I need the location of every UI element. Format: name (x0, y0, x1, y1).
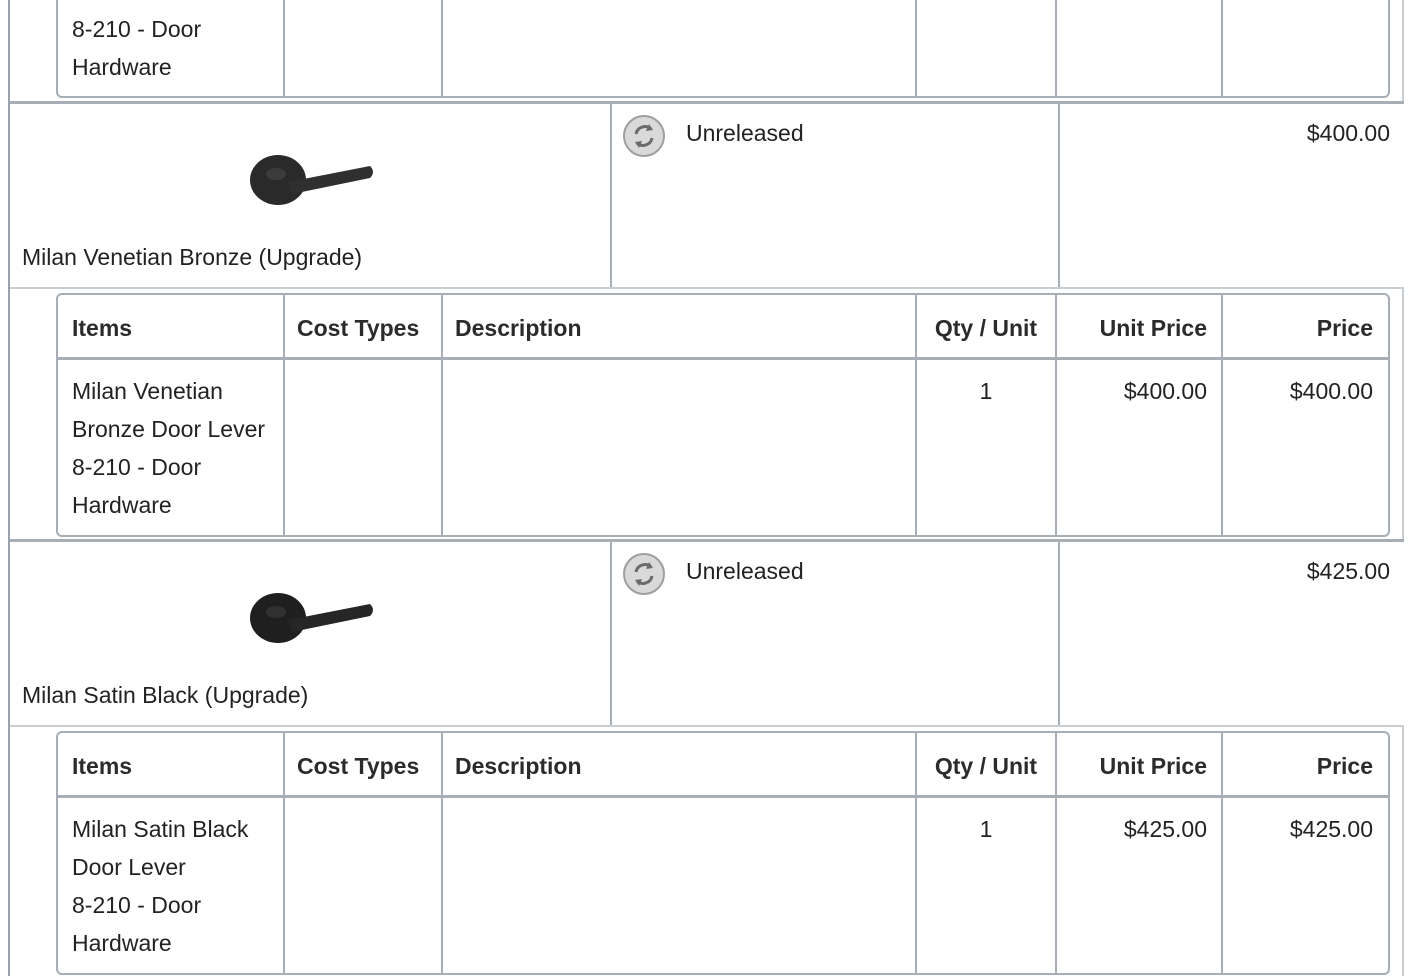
option-row[interactable]: Milan Satin Black (Upgrade) Unreleased $… (10, 539, 1404, 727)
items-table: Items Cost Types Description Qty / Unit … (56, 293, 1390, 537)
item-line: Door Lever (72, 854, 186, 880)
refresh-icon (623, 115, 665, 157)
status-text: Unreleased (686, 558, 804, 584)
item-line: Hardware (72, 930, 172, 956)
door-lever-image (250, 593, 373, 643)
header-qty-unit: Qty / Unit (934, 315, 1038, 341)
qty-cell: 1 (979, 816, 993, 842)
option-name: Milan Venetian Bronze (Upgrade) (22, 244, 363, 270)
door-lever-image (250, 155, 373, 205)
item-cell: 8-210 - Door Hardware (72, 10, 277, 86)
item-line: Milan Satin Black (72, 816, 249, 842)
header-items: Items (72, 315, 133, 341)
refresh-icon (623, 553, 665, 595)
option-price: $400.00 (1306, 120, 1390, 146)
option-name: Milan Satin Black (Upgrade) (22, 682, 309, 708)
header-qty-unit: Qty / Unit (934, 753, 1038, 779)
unit-price-cell: $425.00 (1123, 816, 1207, 842)
item-line: Milan Venetian (72, 378, 223, 404)
status-text: Unreleased (686, 120, 804, 146)
item-line: Hardware (72, 54, 172, 80)
header-cost-types: Cost Types (297, 315, 420, 341)
header-price: Price (1316, 315, 1373, 341)
header-unit-price: Unit Price (1099, 753, 1207, 779)
item-line: Bronze Door Lever (72, 416, 266, 442)
items-table: Items Cost Types Description Qty / Unit … (56, 731, 1390, 975)
header-description: Description (455, 315, 582, 341)
item-line: 8-210 - Door (72, 16, 202, 42)
option-row[interactable]: Milan Venetian Bronze (Upgrade) Unreleas… (10, 101, 1404, 289)
item-cell: Milan Satin Black Door Lever 8-210 - Doo… (72, 810, 282, 962)
item-line: 8-210 - Door (72, 454, 202, 480)
price-cell: $425.00 (1289, 816, 1373, 842)
items-table-partial: 8-210 - Door Hardware (56, 0, 1390, 98)
item-line: 8-210 - Door (72, 892, 202, 918)
item-cell: Milan Venetian Bronze Door Lever 8-210 -… (72, 372, 282, 524)
header-description: Description (455, 753, 582, 779)
header-price: Price (1316, 753, 1373, 779)
unit-price-cell: $400.00 (1123, 378, 1207, 404)
header-unit-price: Unit Price (1099, 315, 1207, 341)
item-line: Hardware (72, 492, 172, 518)
qty-cell: 1 (979, 378, 993, 404)
option-price: $425.00 (1306, 558, 1390, 584)
header-cost-types: Cost Types (297, 753, 420, 779)
price-cell: $400.00 (1289, 378, 1373, 404)
header-items: Items (72, 753, 133, 779)
